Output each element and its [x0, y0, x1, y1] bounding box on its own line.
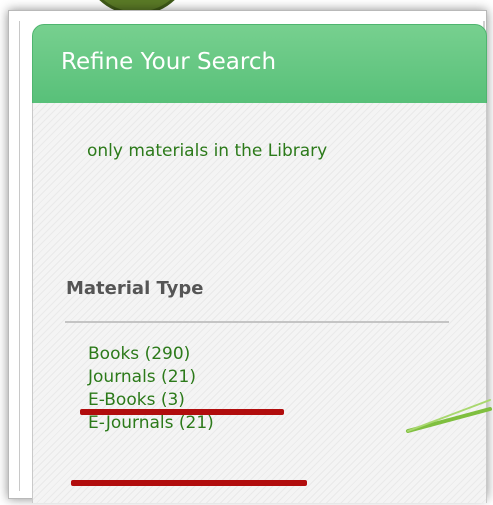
pointer-arrow: [406, 399, 492, 433]
pointer-arrow-line: [406, 407, 492, 433]
facet-journals[interactable]: Journals (21): [88, 366, 214, 389]
frame-divider: [19, 21, 20, 491]
section-divider: [65, 321, 449, 323]
screenshot-stage: Refine Your Search only materials in the…: [0, 0, 493, 505]
refine-panel-body: only materials in the Library Material T…: [32, 103, 487, 503]
material-type-heading: Material Type: [66, 278, 204, 299]
highlight-underline-ejournals: [71, 480, 307, 486]
refine-panel-title: Refine Your Search: [61, 49, 277, 75]
pointer-arrow-edge: [407, 399, 491, 432]
refine-panel-header: Refine Your Search: [32, 24, 487, 104]
library-only-filter-link[interactable]: only materials in the Library: [87, 139, 459, 163]
highlight-underline-journals: [80, 409, 284, 415]
facet-ejournals[interactable]: E-Journals (21): [88, 412, 214, 435]
facet-books[interactable]: Books (290): [88, 343, 214, 366]
material-type-list: Books (290) Journals (21) E-Books (3) E-…: [88, 343, 214, 435]
